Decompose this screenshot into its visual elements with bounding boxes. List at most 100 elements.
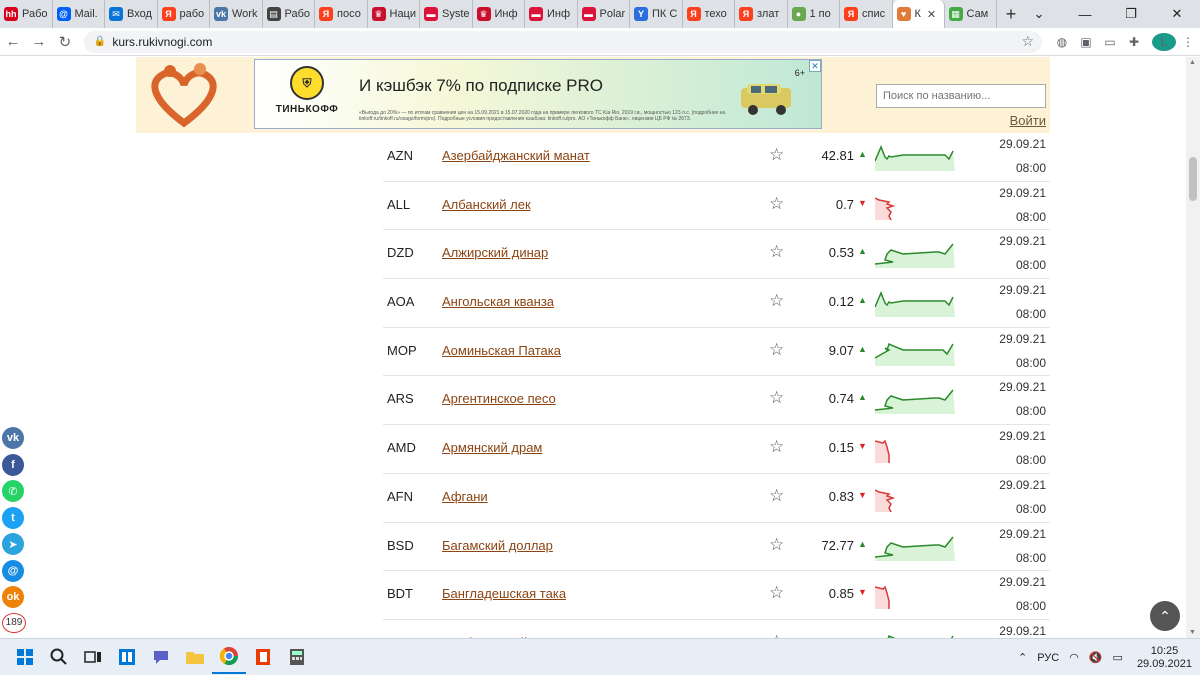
rate-time: 08:00 bbox=[1015, 161, 1046, 175]
scroll-up-arrow-icon[interactable]: ▲ bbox=[1189, 59, 1196, 66]
file-explorer-icon[interactable] bbox=[178, 640, 212, 674]
favorite-star-icon[interactable]: ☆ bbox=[769, 388, 784, 408]
currency-name-link[interactable]: Бангладешская така bbox=[442, 586, 566, 601]
login-link[interactable]: Войти bbox=[1010, 113, 1046, 128]
browser-tab[interactable]: ▬ Syste bbox=[420, 0, 473, 28]
currency-name-link[interactable]: Армянский драм bbox=[442, 440, 542, 455]
ad-banner[interactable]: ⛨ ТИНЬКОФФ И кэшбэк 7% по подписке PRO «… bbox=[254, 59, 822, 129]
forward-button[interactable]: → bbox=[26, 33, 52, 50]
scroll-to-top-button[interactable]: ⌃ bbox=[1150, 601, 1180, 631]
printer-extension-icon[interactable]: ▭ bbox=[1098, 35, 1122, 49]
chrome-icon[interactable] bbox=[212, 640, 246, 674]
browser-tab[interactable]: ♛ Инф bbox=[473, 0, 525, 28]
currency-name-link[interactable]: Ангольская кванза bbox=[442, 294, 554, 309]
puzzle-extensions-icon[interactable]: ✚ bbox=[1122, 35, 1146, 49]
currency-name-link[interactable]: Афгани bbox=[442, 489, 488, 504]
browser-tab[interactable]: ✉ Вход bbox=[105, 0, 158, 28]
browser-tab[interactable]: ♛ Наци bbox=[368, 0, 420, 28]
favorite-star-icon[interactable]: ☆ bbox=[769, 242, 784, 262]
profile-avatar[interactable]: L bbox=[1152, 32, 1177, 51]
globe-extension-icon[interactable]: ◍ bbox=[1050, 35, 1074, 49]
back-button[interactable]: ← bbox=[0, 33, 26, 50]
browser-tab[interactable]: Ятехо bbox=[683, 0, 735, 28]
sparkline-chart bbox=[875, 145, 955, 171]
scrollbar-thumb[interactable] bbox=[1189, 157, 1197, 201]
bookmark-star-icon[interactable]: ☆ bbox=[1021, 33, 1034, 50]
volume-muted-icon[interactable]: 🔇 bbox=[1089, 651, 1103, 664]
tab-search-icon[interactable]: ⌄ bbox=[1016, 6, 1062, 22]
site-logo-icon[interactable] bbox=[144, 61, 224, 131]
battery-icon[interactable]: ▭ bbox=[1113, 651, 1123, 664]
task-view-icon[interactable] bbox=[76, 640, 110, 674]
lock-icon: 🔒 bbox=[93, 36, 107, 47]
browser-tab[interactable]: hh Рабо bbox=[0, 0, 53, 28]
telegram-share-icon[interactable]: ➤ bbox=[2, 533, 24, 555]
browser-tab[interactable]: ● 1 по bbox=[788, 0, 840, 28]
browser-tab[interactable]: ▬ Polar bbox=[578, 0, 630, 28]
browser-tab[interactable]: ♥ К ✕ bbox=[892, 0, 945, 28]
search-icon[interactable] bbox=[42, 640, 76, 674]
tab-favicon-icon: ▬ bbox=[581, 7, 596, 21]
tab-label: 1 по bbox=[809, 8, 831, 20]
favorite-star-icon[interactable]: ☆ bbox=[769, 340, 784, 360]
clock[interactable]: 10:25 29.09.2021 bbox=[1137, 645, 1192, 671]
currency-name-link[interactable]: Албанский лек bbox=[442, 197, 531, 212]
rate-date: 29.09.21 bbox=[999, 575, 1046, 590]
currency-name-link[interactable]: Азербайджанский манат bbox=[442, 148, 590, 163]
tray-expand-icon[interactable]: ⌃ bbox=[1018, 651, 1027, 664]
browser-tab[interactable]: Язлат bbox=[735, 0, 788, 28]
browser-tab[interactable]: vk Work bbox=[210, 0, 263, 28]
social-share-bar: vk f ✆ t ➤ @ ok 189 bbox=[0, 427, 26, 637]
favorite-star-icon[interactable]: ☆ bbox=[769, 486, 784, 506]
favorite-star-icon[interactable]: ☆ bbox=[769, 194, 784, 214]
facebook-share-icon[interactable]: f bbox=[2, 453, 24, 476]
language-indicator[interactable]: РУС bbox=[1037, 652, 1059, 664]
odnoklassniki-share-icon[interactable]: ok bbox=[2, 586, 24, 608]
browser-tab[interactable]: @ Mail. bbox=[53, 0, 105, 28]
browser-tab[interactable]: Япосо bbox=[315, 0, 368, 28]
tab-favicon-icon: Я bbox=[161, 7, 176, 21]
start-windows-icon[interactable] bbox=[8, 640, 42, 674]
menu-kebab-icon[interactable]: ⋮ bbox=[1176, 35, 1200, 49]
currency-name-link[interactable]: Аргентинское песо bbox=[442, 391, 556, 406]
favorite-star-icon[interactable]: ☆ bbox=[769, 583, 784, 603]
store-app-icon[interactable] bbox=[110, 640, 144, 674]
currency-name-link[interactable]: Алжирский динар bbox=[442, 245, 548, 260]
banner-close-icon[interactable]: ✕ bbox=[809, 60, 821, 72]
twitter-share-icon[interactable]: t bbox=[2, 506, 24, 529]
search-input[interactable] bbox=[876, 84, 1046, 108]
url-field[interactable]: 🔒 kurs.rukivnogi.com ☆ bbox=[83, 30, 1043, 53]
minimize-button[interactable]: — bbox=[1062, 7, 1108, 22]
car-icon bbox=[741, 84, 791, 115]
favorite-star-icon[interactable]: ☆ bbox=[769, 535, 784, 555]
maximize-button[interactable]: ❐ bbox=[1108, 6, 1154, 22]
tab-favicon-icon: hh bbox=[4, 7, 18, 21]
browser-tab[interactable]: ▬ Инф bbox=[525, 0, 578, 28]
close-window-button[interactable]: ✕ bbox=[1154, 6, 1200, 22]
favorite-star-icon[interactable]: ☆ bbox=[769, 145, 784, 165]
browser-tab[interactable]: ▤ Рабо bbox=[263, 0, 315, 28]
calculator-icon[interactable] bbox=[280, 640, 314, 674]
browser-tab[interactable]: Яспис bbox=[840, 0, 893, 28]
currency-name-link[interactable]: Аоминьская Патака bbox=[442, 343, 561, 358]
tab-close-icon[interactable]: ✕ bbox=[927, 8, 936, 21]
mail-share-icon[interactable]: @ bbox=[2, 559, 24, 582]
page-scrollbar[interactable]: ▲ ▼ bbox=[1186, 57, 1200, 638]
wifi-icon[interactable]: ◠ bbox=[1069, 651, 1079, 664]
reload-button[interactable]: ↻ bbox=[52, 33, 78, 51]
office-icon[interactable] bbox=[246, 640, 280, 674]
browser-tab[interactable]: Y ПК С bbox=[630, 0, 683, 28]
rate-date: 29.09.21 bbox=[999, 137, 1046, 151]
scroll-down-arrow-icon[interactable]: ▼ bbox=[1189, 629, 1196, 636]
vk-share-icon[interactable]: vk bbox=[2, 427, 24, 449]
currency-name-link[interactable]: Багамский доллар bbox=[442, 538, 553, 553]
image-extension-icon[interactable]: ▣ bbox=[1074, 35, 1098, 49]
whatsapp-share-icon[interactable]: ✆ bbox=[2, 480, 24, 502]
chat-app-icon[interactable] bbox=[144, 640, 178, 674]
sparkline-area bbox=[875, 441, 955, 464]
browser-tab[interactable]: ▦ Сам bbox=[945, 0, 997, 28]
rate-value: 0.85 bbox=[828, 586, 854, 602]
browser-tab[interactable]: Ярабо bbox=[158, 0, 210, 28]
favorite-star-icon[interactable]: ☆ bbox=[769, 291, 784, 311]
favorite-star-icon[interactable]: ☆ bbox=[769, 437, 784, 457]
